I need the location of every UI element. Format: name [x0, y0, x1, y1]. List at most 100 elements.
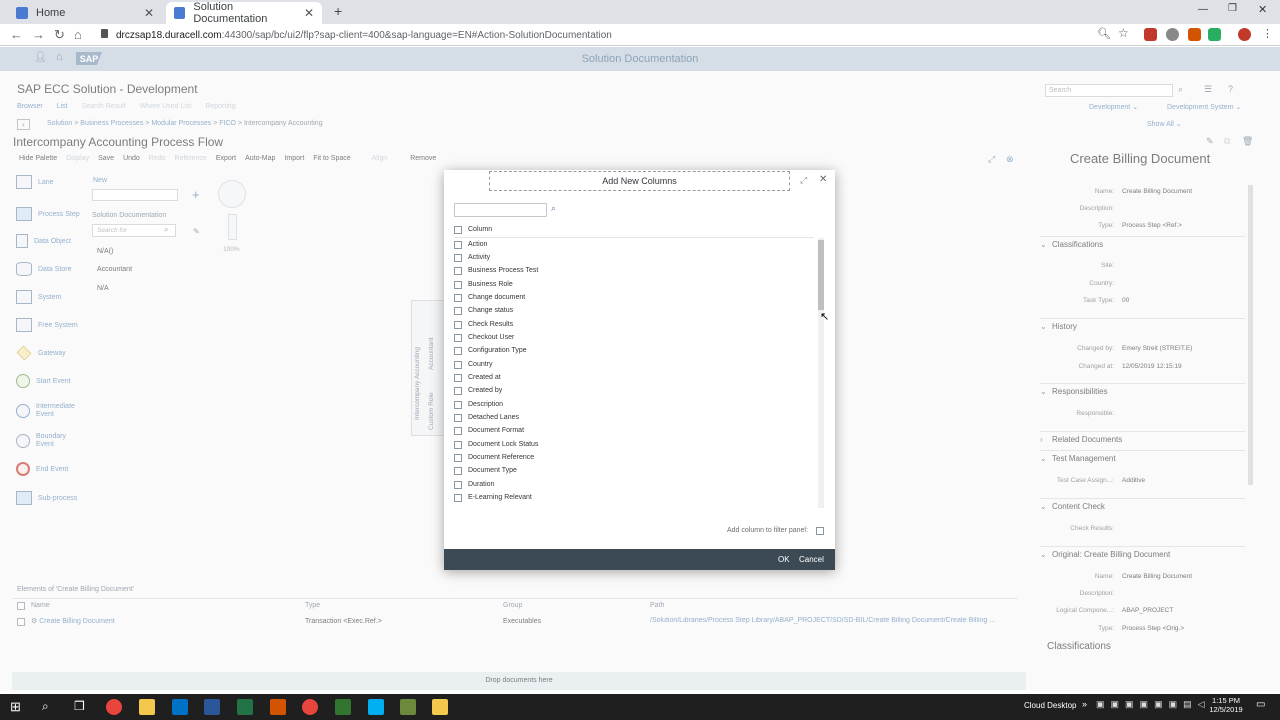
checkbox[interactable]	[454, 386, 462, 395]
zoom-icon[interactable]: 🔍︎	[1097, 27, 1111, 40]
url-field[interactable]: drczsap18.duracell.com:44300/sap/bc/ui2/…	[116, 26, 1096, 44]
tray-icon[interactable]: ▣	[1169, 699, 1178, 710]
extension-icon[interactable]	[1144, 28, 1157, 41]
task-view-icon[interactable]: ❒	[74, 699, 85, 713]
list-item[interactable]: Detached Lanes	[454, 411, 519, 424]
forward-icon[interactable]: →	[32, 27, 45, 42]
extension-icon[interactable]	[1166, 28, 1179, 41]
list-item[interactable]: Document Type	[454, 464, 517, 477]
skype-icon[interactable]	[368, 699, 384, 715]
new-tab-icon[interactable]: +	[334, 3, 342, 19]
list-item[interactable]: Check Results	[454, 318, 513, 331]
list-item[interactable]: Activity	[454, 251, 490, 264]
reload-icon[interactable]: ↻	[54, 27, 65, 43]
project-icon[interactable]	[335, 699, 351, 715]
tab-solution-documentation[interactable]: Solution Documentation ✕	[166, 1, 322, 25]
checkbox[interactable]	[454, 280, 462, 289]
checkbox[interactable]	[454, 426, 462, 435]
checkbox[interactable]	[454, 266, 462, 275]
column-option-label: Business Role	[468, 281, 513, 288]
file-explorer-icon[interactable]	[139, 699, 155, 715]
list-item[interactable]: Created at	[454, 371, 501, 384]
checkbox[interactable]	[454, 400, 462, 409]
network-icon[interactable]: ▤	[1183, 699, 1192, 710]
chrome-icon[interactable]	[106, 699, 122, 715]
extension-icon[interactable]	[1188, 28, 1201, 41]
checkbox[interactable]	[454, 253, 462, 262]
column-option-label: Activity	[468, 254, 491, 261]
checkbox[interactable]	[454, 333, 462, 342]
list-item[interactable]: Description	[454, 398, 503, 411]
chrome-icon[interactable]	[302, 699, 318, 715]
star-icon[interactable]: ☆	[1118, 26, 1129, 40]
restore-icon[interactable]: ❐	[1228, 3, 1237, 14]
lock-icon	[101, 29, 108, 38]
checkbox[interactable]	[454, 346, 462, 355]
checkbox[interactable]	[454, 493, 462, 502]
close-icon[interactable]: ✕	[144, 6, 154, 20]
windows-start-icon[interactable]: ⊞	[10, 699, 21, 715]
checkbox[interactable]	[454, 240, 462, 249]
list-item[interactable]: Checkout User	[454, 331, 514, 344]
search-icon[interactable]: ⌕	[42, 699, 49, 714]
minimize-icon[interactable]: —	[1198, 4, 1208, 15]
checkbox[interactable]	[454, 320, 462, 329]
tray-icon[interactable]: ▣	[1154, 699, 1163, 710]
tray-icon[interactable]: ▣	[1111, 699, 1120, 710]
list-item[interactable]: Change document	[454, 291, 525, 304]
clock[interactable]: 1:15 PM 12/5/2019	[1209, 696, 1243, 714]
column-search-input[interactable]	[454, 203, 547, 217]
profile-avatar-icon[interactable]	[1238, 28, 1251, 41]
checkbox[interactable]	[454, 293, 462, 302]
cloud-desktop-label[interactable]: Cloud Desktop	[1024, 701, 1076, 710]
list-item[interactable]: Duration	[454, 478, 494, 491]
list-item[interactable]: Change status	[454, 304, 513, 317]
list-item[interactable]: Document Format	[454, 424, 524, 437]
tray-icon[interactable]: ▣	[1140, 699, 1149, 710]
notes-icon[interactable]	[432, 699, 448, 715]
select-all-checkbox[interactable]	[454, 225, 462, 234]
volume-icon[interactable]: ◁	[1198, 699, 1205, 710]
checkbox[interactable]	[454, 480, 462, 489]
list-item[interactable]: Business Process Test	[454, 264, 538, 277]
list-item[interactable]: Configuration Type	[454, 344, 527, 357]
checkbox[interactable]	[454, 413, 462, 422]
app-icon[interactable]	[400, 699, 416, 715]
list-item[interactable]: Business Role	[454, 278, 513, 291]
list-item[interactable]: Document Lock Status	[454, 438, 538, 451]
list-item[interactable]: E-Learning Relevant	[454, 491, 532, 504]
list-item[interactable]: Country	[454, 358, 493, 371]
checkbox[interactable]	[454, 306, 462, 315]
close-icon[interactable]: ✕	[304, 6, 314, 20]
notifications-icon[interactable]: ▭	[1256, 699, 1265, 710]
filter-panel-checkbox[interactable]	[816, 527, 824, 535]
checkbox[interactable]	[454, 440, 462, 449]
app-icon[interactable]	[270, 699, 286, 715]
tray-icon[interactable]: ▣	[1125, 699, 1134, 710]
expand-icon[interactable]: ⤢	[800, 175, 807, 186]
window-close-icon[interactable]: ✕	[1258, 3, 1267, 16]
tab-home[interactable]: Home ✕	[8, 2, 162, 24]
list-item[interactable]: Action	[454, 238, 487, 251]
scrollbar-thumb[interactable]	[818, 240, 824, 310]
outlook-icon[interactable]	[172, 699, 188, 715]
checkbox[interactable]	[454, 373, 462, 382]
checkbox[interactable]	[454, 360, 462, 369]
column-header-row: Column	[454, 223, 492, 236]
cancel-button[interactable]: Cancel	[795, 553, 828, 566]
list-item[interactable]: Document Reference	[454, 451, 534, 464]
close-icon[interactable]: ✕	[819, 174, 827, 185]
list-item[interactable]: Created by	[454, 384, 502, 397]
overflow-icon[interactable]: »	[1082, 699, 1087, 709]
tray-icon[interactable]: ▣	[1096, 699, 1105, 710]
search-icon[interactable]: ⌕	[551, 203, 556, 214]
extension-icon[interactable]	[1208, 28, 1221, 41]
checkbox[interactable]	[454, 466, 462, 475]
menu-icon[interactable]: ⋮	[1262, 27, 1273, 40]
word-icon[interactable]	[204, 699, 220, 715]
home-icon[interactable]: ⌂	[74, 27, 82, 42]
excel-icon[interactable]	[237, 699, 253, 715]
ok-button[interactable]: OK	[774, 553, 794, 566]
checkbox[interactable]	[454, 453, 462, 462]
back-icon[interactable]: ←	[10, 27, 23, 42]
